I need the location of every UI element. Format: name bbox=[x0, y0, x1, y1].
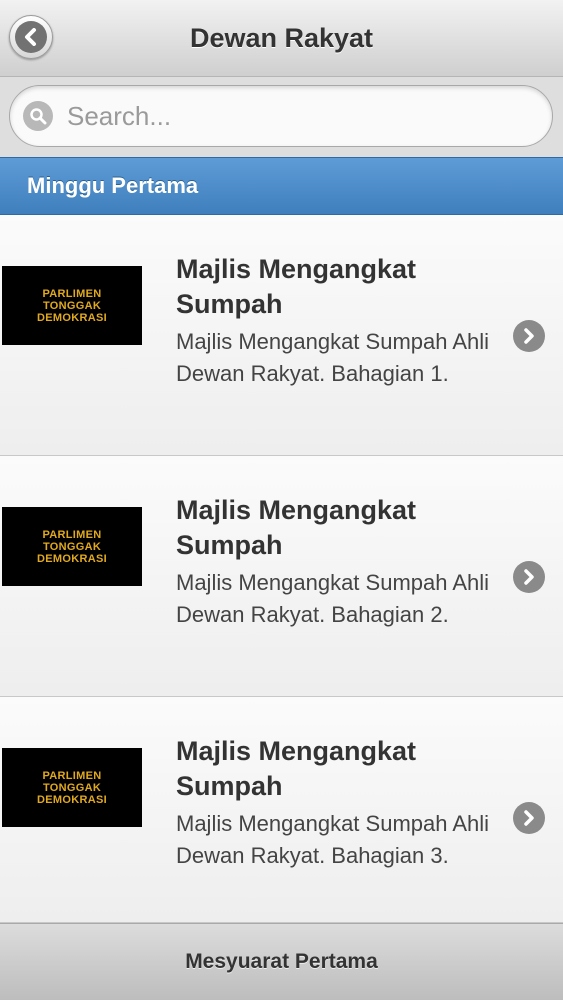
video-list: PARLIMEN TONGGAK DEMOKRASI Majlis Mengan… bbox=[0, 215, 563, 923]
thumb-line: TONGGAK bbox=[42, 781, 102, 794]
item-description: Majlis Mengangkat Sumpah Ahli Dewan Raky… bbox=[176, 811, 490, 868]
thumb-line: PARLIMEN bbox=[42, 528, 102, 541]
search-bar bbox=[0, 77, 563, 157]
chevron-right-icon[interactable] bbox=[513, 561, 545, 593]
footer-tab[interactable]: Mesyuarat Pertama bbox=[0, 923, 563, 1000]
thumbnail-image: PARLIMEN TONGGAK DEMOKRASI bbox=[2, 266, 142, 345]
search-input[interactable] bbox=[65, 99, 509, 133]
list-item[interactable]: PARLIMEN TONGGAK DEMOKRASI Majlis Mengan… bbox=[0, 215, 563, 456]
section-title: Minggu Pertama bbox=[27, 173, 199, 198]
thumb-line: PARLIMEN bbox=[42, 769, 102, 782]
thumb-line: DEMOKRASI bbox=[37, 311, 107, 324]
item-title: Majlis Mengangkat Sumpah bbox=[176, 254, 417, 319]
thumb-line: DEMOKRASI bbox=[37, 793, 107, 806]
list-item[interactable]: PARLIMEN TONGGAK DEMOKRASI Majlis Mengan… bbox=[0, 456, 563, 697]
thumbnail-image: PARLIMEN TONGGAK DEMOKRASI bbox=[2, 507, 142, 586]
chevron-right-icon[interactable] bbox=[513, 320, 545, 352]
item-description: Majlis Mengangkat Sumpah Ahli Dewan Raky… bbox=[176, 329, 490, 386]
search-icon bbox=[23, 101, 53, 131]
list-item[interactable]: PARLIMEN TONGGAK DEMOKRASI Majlis Mengan… bbox=[0, 697, 563, 923]
section-header: Minggu Pertama bbox=[0, 157, 563, 215]
thumb-line: TONGGAK bbox=[42, 540, 102, 553]
item-title: Majlis Mengangkat Sumpah bbox=[176, 495, 417, 560]
item-title: Majlis Mengangkat Sumpah bbox=[176, 736, 417, 801]
thumb-line: TONGGAK bbox=[42, 299, 102, 312]
page-title: Dewan Rakyat bbox=[189, 22, 374, 53]
thumbnail-image: PARLIMEN TONGGAK DEMOKRASI bbox=[2, 748, 142, 827]
thumb-line: PARLIMEN bbox=[42, 287, 102, 300]
back-button[interactable] bbox=[9, 15, 53, 59]
search-box[interactable] bbox=[9, 85, 553, 147]
thumb-line: DEMOKRASI bbox=[37, 552, 107, 565]
back-arrow-icon bbox=[15, 21, 47, 53]
top-bar: Dewan Rakyat bbox=[0, 0, 563, 77]
item-description: Majlis Mengangkat Sumpah Ahli Dewan Raky… bbox=[176, 570, 490, 627]
chevron-right-icon[interactable] bbox=[513, 802, 545, 834]
footer-label: Mesyuarat Pertama bbox=[185, 950, 378, 973]
